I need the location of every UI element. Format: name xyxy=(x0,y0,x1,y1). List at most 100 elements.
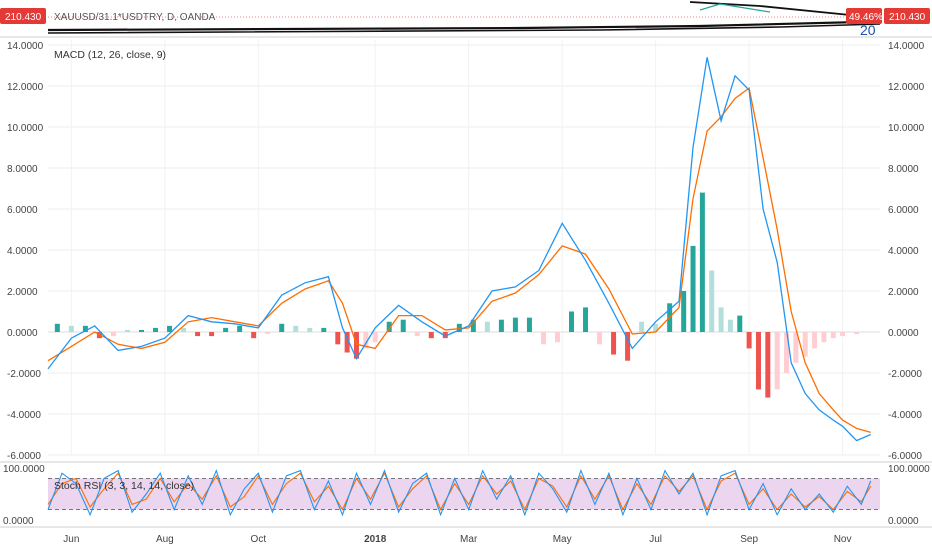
macd-y-tick-left: 4.0000 xyxy=(7,246,38,257)
macd-y-tick-left: -2.0000 xyxy=(7,369,41,380)
macd-histogram-bar xyxy=(265,332,271,335)
macd-histogram-bar xyxy=(611,332,617,355)
macd-histogram-bar xyxy=(237,325,243,332)
macd-y-tick-right: -6.0000 xyxy=(888,451,922,462)
macd-histogram-bar xyxy=(307,327,313,332)
macd-histogram-bar xyxy=(400,319,406,332)
macd-histogram-bar xyxy=(498,319,504,332)
macd-y-axis-right: 14.0000 12.0000 10.0000 8.0000 6.0000 4.0000 2… xyxy=(888,41,925,462)
macd-y-tick-left: -6.0000 xyxy=(7,451,41,462)
time-axis-label: Nov xyxy=(834,534,852,545)
macd-histogram-bar xyxy=(597,332,603,345)
macd-histogram-bar xyxy=(484,321,490,332)
last-price-right: 210.430 xyxy=(889,12,926,23)
time-axis-label: May xyxy=(553,534,572,545)
macd-histogram-bar xyxy=(690,245,696,332)
macd-histogram-bar xyxy=(854,332,860,335)
time-axis-label: Aug xyxy=(156,534,174,545)
chart-canvas: 210.430 XAUUSD/31.1*USDTRY, D, OANDA 49.… xyxy=(0,0,932,545)
macd-histogram-bar xyxy=(209,332,215,337)
macd-y-tick-left: 2.0000 xyxy=(7,287,38,298)
macd-histogram-bar xyxy=(110,332,116,337)
macd-histogram xyxy=(54,192,860,398)
stoch-rsi-y-tick-left: 100.0000 xyxy=(3,464,45,475)
macd-histogram-bar xyxy=(526,317,532,332)
macd-y-tick-left: 14.0000 xyxy=(7,41,44,52)
macd-histogram-bar xyxy=(279,323,285,332)
time-axis-label: Mar xyxy=(460,534,478,545)
stoch-rsi-pane: 100.0000 0.0000 100.0000 0.0000 Stoch RSI … xyxy=(3,464,930,527)
macd-y-tick-left: 10.0000 xyxy=(7,123,44,134)
macd-histogram-bar xyxy=(699,192,705,332)
macd-histogram-bar xyxy=(540,332,546,345)
macd-histogram-bar xyxy=(181,327,187,332)
macd-y-tick-left: 8.0000 xyxy=(7,164,38,175)
macd-signal-line xyxy=(47,86,871,434)
time-axis-label: 2018 xyxy=(364,534,387,545)
macd-grid xyxy=(48,40,880,456)
macd-y-tick-right: 12.0000 xyxy=(888,82,925,93)
macd-histogram-bar xyxy=(335,332,341,345)
macd-pane: 14.0000 12.0000 10.0000 8.0000 6.0000 4.0000 2… xyxy=(7,40,925,462)
macd-histogram-bar xyxy=(251,332,257,339)
partial-axis-value: 20 xyxy=(860,22,876,38)
macd-histogram-bar xyxy=(293,325,299,332)
macd-histogram-bar xyxy=(512,317,518,332)
macd-histogram-bar xyxy=(372,332,378,343)
macd-histogram-bar xyxy=(153,327,159,332)
macd-histogram-bar xyxy=(727,319,733,332)
macd-histogram-bar xyxy=(774,332,780,390)
macd-y-tick-left: 0.0000 xyxy=(7,328,38,339)
macd-y-tick-right: 0.0000 xyxy=(888,328,919,339)
macd-histogram-bar xyxy=(765,332,771,398)
stoch-rsi-y-tick-right: 0.0000 xyxy=(888,516,919,527)
macd-histogram-bar xyxy=(812,332,818,349)
macd-histogram-bar xyxy=(138,329,144,332)
macd-histogram-bar xyxy=(746,332,752,349)
price-pane: 210.430 XAUUSD/31.1*USDTRY, D, OANDA 49.… xyxy=(0,0,932,38)
macd-histogram-bar xyxy=(709,270,715,332)
macd-y-tick-right: 4.0000 xyxy=(888,246,919,257)
macd-histogram-bar xyxy=(414,332,420,337)
time-axis-label: Jun xyxy=(63,534,79,545)
stoch-rsi-y-tick-left: 0.0000 xyxy=(3,516,34,527)
macd-histogram-bar xyxy=(54,323,60,332)
macd-histogram-bar xyxy=(821,332,827,343)
time-axis: Jun Aug Oct 2018 Mar May Jul Sep Nov xyxy=(63,534,851,545)
macd-y-axis-left: 14.0000 12.0000 10.0000 8.0000 6.0000 4.0000 2… xyxy=(7,41,44,462)
macd-histogram-bar xyxy=(737,315,743,332)
macd-histogram-bar xyxy=(124,329,130,332)
macd-histogram-bar xyxy=(195,332,201,337)
macd-legend[interactable]: MACD (12, 26, close, 9) xyxy=(54,49,166,61)
macd-histogram-bar xyxy=(223,327,229,332)
macd-histogram-bar xyxy=(718,307,724,332)
macd-histogram-bar xyxy=(428,332,434,339)
macd-y-tick-left: -4.0000 xyxy=(7,410,41,421)
macd-y-tick-right: 2.0000 xyxy=(888,287,919,298)
time-axis-label: Sep xyxy=(740,534,758,545)
last-price-left: 210.430 xyxy=(5,12,42,23)
macd-histogram-bar xyxy=(681,291,687,332)
macd-histogram-bar xyxy=(755,332,761,390)
macd-y-tick-right: -2.0000 xyxy=(888,369,922,380)
stoch-rsi-legend[interactable]: Stoch RSI (3, 3, 14, 14, close) xyxy=(54,480,194,492)
stoch-rsi-y-axis-right: 100.0000 0.0000 xyxy=(888,464,930,527)
macd-y-tick-right: 14.0000 xyxy=(888,41,925,52)
stoch-rsi-y-axis-left: 100.0000 0.0000 xyxy=(3,464,45,527)
stoch-rsi-y-tick-right: 100.0000 xyxy=(888,464,930,475)
macd-histogram-bar xyxy=(830,332,836,339)
time-axis-label: Jul xyxy=(649,534,662,545)
macd-histogram-bar xyxy=(321,327,327,332)
macd-y-tick-right: 6.0000 xyxy=(888,205,919,216)
macd-histogram-bar xyxy=(554,332,560,343)
macd-y-tick-right: 8.0000 xyxy=(888,164,919,175)
macd-y-tick-right: -4.0000 xyxy=(888,410,922,421)
time-axis-label: Oct xyxy=(251,534,267,545)
macd-histogram-bar xyxy=(639,321,645,332)
macd-y-tick-right: 10.0000 xyxy=(888,123,925,134)
macd-histogram-bar xyxy=(569,311,575,332)
macd-histogram-bar xyxy=(840,332,846,337)
macd-y-tick-left: 12.0000 xyxy=(7,82,44,93)
symbol-title[interactable]: XAUUSD/31.1*USDTRY, D, OANDA xyxy=(54,12,216,23)
macd-line xyxy=(47,57,871,442)
